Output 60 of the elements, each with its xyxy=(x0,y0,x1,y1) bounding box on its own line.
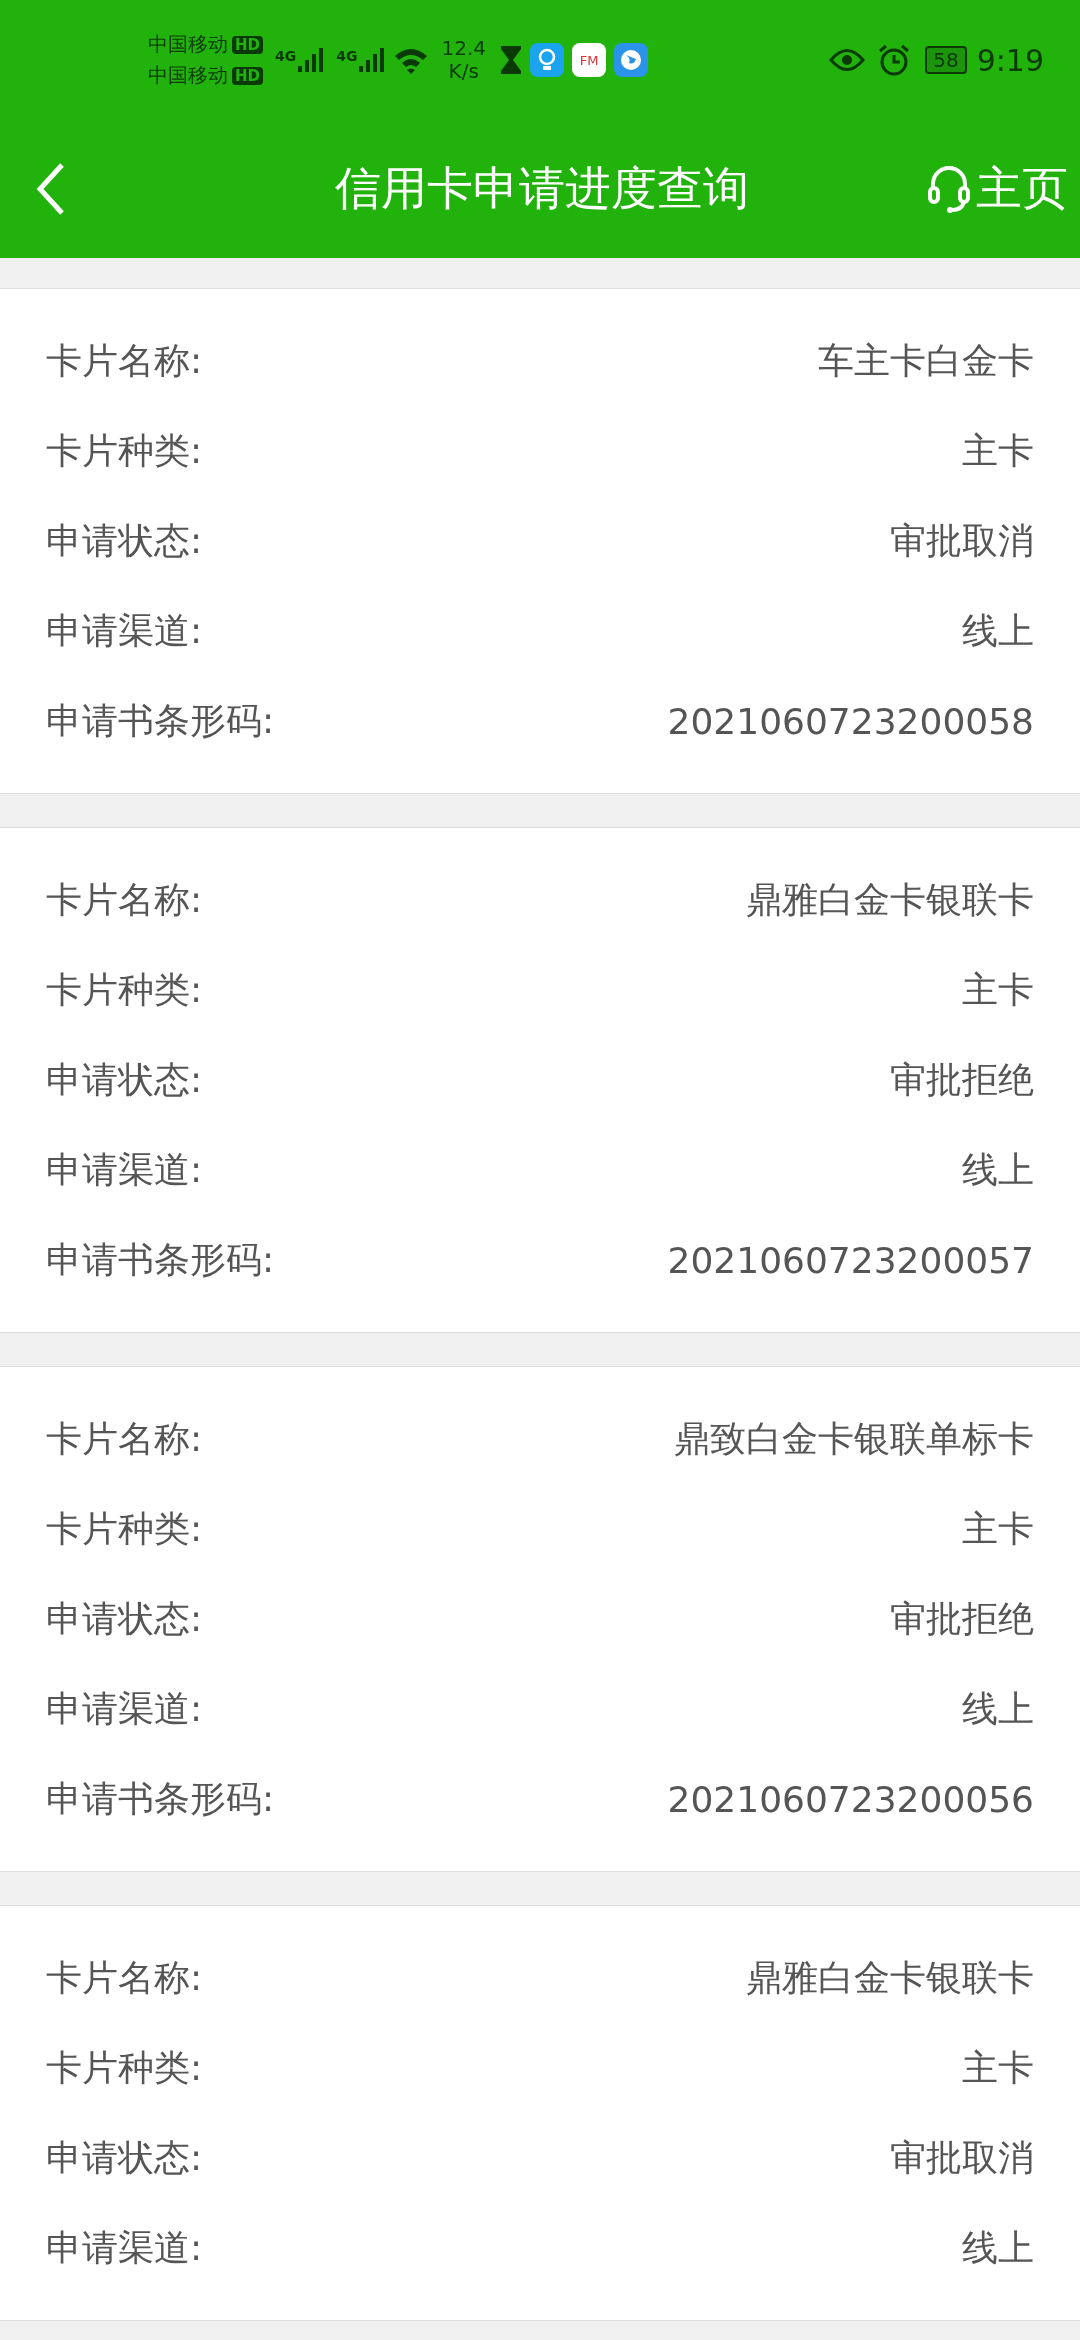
field-value: 主卡 xyxy=(962,1506,1034,1551)
field-label: 卡片种类: xyxy=(46,2045,203,2090)
field-value: 审批拒绝 xyxy=(890,1057,1034,1102)
signal-icon xyxy=(298,48,325,72)
field-label: 申请状态: xyxy=(46,1596,203,1641)
speed-unit: K/s xyxy=(448,60,479,83)
field-value: 2021060723200056 xyxy=(667,1778,1034,1820)
hd-badge: HD xyxy=(232,66,263,85)
field-label: 申请渠道: xyxy=(46,1686,203,1731)
field-value: 线上 xyxy=(962,2225,1034,2270)
field-value: 线上 xyxy=(962,1147,1034,1192)
field-value: 审批取消 xyxy=(890,2135,1034,2180)
field-value: 审批取消 xyxy=(890,518,1034,563)
field-value: 鼎雅白金卡银联卡 xyxy=(746,1955,1034,2000)
field-label: 申请状态: xyxy=(46,2135,203,2180)
fm-app-icon[interactable]: FM xyxy=(572,43,606,77)
carrier-name: 中国移动 xyxy=(148,31,228,58)
field-label: 卡片名称: xyxy=(46,877,203,922)
back-button[interactable] xyxy=(36,161,66,217)
field-label: 卡片名称: xyxy=(46,1955,203,2000)
field-label: 申请状态: xyxy=(46,518,203,563)
field-value: 线上 xyxy=(962,1686,1034,1731)
field-label: 卡片名称: xyxy=(46,1416,203,1461)
field-value: 鼎致白金卡银联单标卡 xyxy=(674,1416,1034,1461)
clock-time: 9:19 xyxy=(976,42,1044,78)
page-title: 信用卡申请进度查询 xyxy=(334,160,750,217)
lightbulb-icon[interactable] xyxy=(530,43,564,77)
network-speed: 12.4 xyxy=(441,37,486,60)
field-label: 申请书条形码: xyxy=(46,1237,275,1282)
signal-icon xyxy=(359,48,386,72)
field-value: 车主卡白金卡 xyxy=(818,338,1034,383)
field-label: 申请渠道: xyxy=(46,1147,203,1192)
home-button[interactable]: 主页 xyxy=(928,158,1068,220)
network-type: 4G xyxy=(275,48,297,64)
network-type: 4G xyxy=(336,48,358,64)
field-value: 2021060723200058 xyxy=(667,700,1034,742)
field-label: 卡片名称: xyxy=(46,338,203,383)
hd-badge: HD xyxy=(232,35,263,54)
field-label: 申请状态: xyxy=(46,1057,203,1102)
field-label: 申请渠道: xyxy=(46,2225,203,2270)
field-label: 卡片种类: xyxy=(46,1506,203,1551)
field-value: 鼎雅白金卡银联卡 xyxy=(746,877,1034,922)
alarm-clock-icon xyxy=(877,43,912,77)
wifi-icon xyxy=(393,46,430,74)
field-value: 主卡 xyxy=(962,428,1034,473)
battery-level: 58 xyxy=(925,46,967,74)
field-value: 2021060723200057 xyxy=(667,1239,1034,1281)
carrier-name: 中国移动 xyxy=(148,62,228,89)
field-label: 申请渠道: xyxy=(46,608,203,653)
headset-icon xyxy=(928,164,970,214)
field-value: 主卡 xyxy=(962,967,1034,1012)
hourglass-icon xyxy=(500,45,522,75)
field-value: 线上 xyxy=(962,608,1034,653)
field-label: 申请书条形码: xyxy=(46,1776,275,1821)
field-value: 审批拒绝 xyxy=(890,1596,1034,1641)
eye-icon xyxy=(829,47,866,73)
field-value: 主卡 xyxy=(962,2045,1034,2090)
field-label: 卡片种类: xyxy=(46,428,203,473)
field-label: 申请书条形码: xyxy=(46,698,275,743)
field-label: 卡片种类: xyxy=(46,967,203,1012)
